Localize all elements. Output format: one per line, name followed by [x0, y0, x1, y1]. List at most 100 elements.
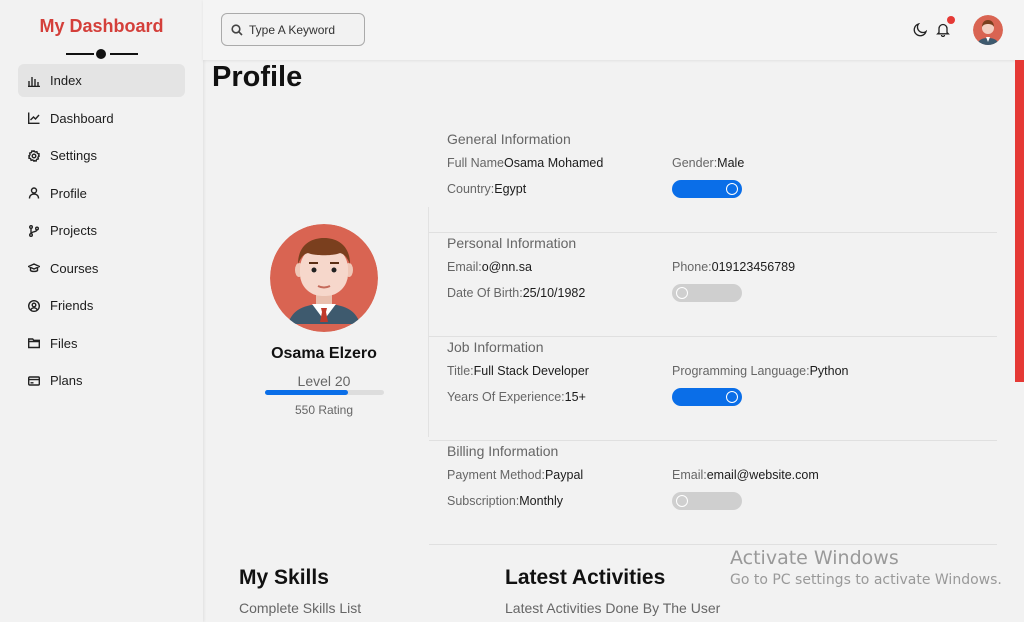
- field-billing-email: Email:email@website.com: [672, 468, 819, 482]
- sidebar-item-label: Settings: [50, 148, 97, 163]
- field-label: Country:: [447, 182, 495, 196]
- user-icon: [28, 187, 40, 199]
- field-value: email@website.com: [706, 468, 819, 482]
- app-logo[interactable]: My Dashboard: [0, 16, 203, 37]
- field-label: Email:: [447, 260, 482, 274]
- sidebar-item-label: Index: [50, 73, 82, 88]
- field-label: Gender:: [672, 156, 718, 170]
- activate-windows-subtitle: Go to PC settings to activate Windows.: [730, 572, 1002, 588]
- field-years-of-experience: Years Of Experience:15+: [447, 390, 586, 404]
- field-value: o@nn.sa: [481, 260, 532, 274]
- sidebar-item-label: Friends: [50, 298, 94, 313]
- friends-icon: [28, 299, 40, 312]
- sidebar-item-settings[interactable]: Settings: [18, 139, 185, 172]
- field-value: 15+: [564, 390, 586, 404]
- sidebar-item-label: Courses: [50, 260, 99, 276]
- level-progress-fill: [265, 390, 349, 395]
- sidebar-item-profile[interactable]: Profile: [18, 177, 185, 210]
- profile-name: Osama Elzero: [271, 345, 377, 362]
- bell-icon[interactable]: [936, 22, 950, 37]
- sidebar-item-projects[interactable]: Projects: [18, 214, 185, 247]
- field-label: Date Of Birth:: [447, 286, 523, 300]
- field-subscription: Subscription:Monthly: [447, 494, 563, 508]
- top-header: [203, 0, 1024, 60]
- profile-avatar: [270, 224, 378, 332]
- section-toggle[interactable]: [672, 180, 742, 198]
- field-email: Email:o@nn.sa: [447, 260, 532, 274]
- field-value: Monthly: [519, 494, 564, 508]
- sidebar-item-label: Projects: [50, 223, 97, 238]
- field-value: Paypal: [544, 468, 584, 482]
- personal-information-section: Personal Information Email:o@nn.sa Phone…: [429, 233, 997, 337]
- section-title: General Information: [447, 131, 571, 147]
- notification-badge: [947, 16, 955, 24]
- activities-title: Latest Activities: [505, 566, 666, 589]
- branch-icon: [29, 224, 39, 237]
- sidebar-item-friends[interactable]: Friends: [18, 289, 185, 322]
- field-label: Years Of Experience:: [447, 390, 565, 404]
- field-country: Country:Egypt: [447, 182, 526, 196]
- activities-subtitle: Latest Activities Done By The User: [505, 600, 721, 616]
- credit-card-icon: [28, 375, 40, 386]
- sidebar-item-label: Files: [50, 335, 78, 351]
- sidebar-item-plans[interactable]: Plans: [18, 364, 185, 397]
- section-title: Personal Information: [447, 235, 577, 251]
- bar-chart-icon: [28, 76, 40, 87]
- billing-information-section: Billing Information Payment Method:Paypa…: [429, 441, 997, 545]
- field-label: Programming Language:: [672, 364, 810, 378]
- toggle-knob: [676, 495, 688, 507]
- field-label: Phone:: [672, 260, 712, 274]
- sidebar-item-label: Profile: [50, 185, 87, 201]
- field-value: 25/10/1982: [522, 286, 586, 300]
- skills-subtitle: Complete Skills List: [239, 600, 362, 616]
- search-input[interactable]: [249, 22, 359, 37]
- section-title: Job Information: [447, 339, 544, 355]
- sidebar: My Dashboard Index Dashboard Settings Pr…: [0, 0, 203, 622]
- field-payment-method: Payment Method:Paypal: [447, 468, 583, 482]
- logo-ornament: [66, 48, 138, 60]
- section-divider: [429, 544, 997, 545]
- job-information-section: Job Information Title:Full Stack Develop…: [429, 337, 997, 441]
- field-value: Python: [809, 364, 849, 378]
- field-label: Payment Method:: [447, 468, 545, 482]
- sidebar-item-label: Dashboard: [50, 110, 114, 126]
- section-title: Billing Information: [447, 443, 559, 459]
- field-value: 019123456789: [711, 260, 796, 274]
- field-value: Full Stack Developer: [473, 364, 589, 378]
- field-gender: Gender:Male: [672, 156, 744, 170]
- scrollbar-thumb[interactable]: [1015, 60, 1024, 382]
- toggle-knob: [726, 183, 738, 195]
- field-value: Egypt: [494, 182, 527, 196]
- activate-windows-title: Activate Windows: [730, 547, 899, 569]
- profile-rating: 550 Rating: [294, 403, 354, 417]
- toggle-knob: [726, 391, 738, 403]
- sidebar-nav: Index Dashboard Settings Profile Project…: [18, 64, 185, 402]
- field-value: Osama Mohamed: [503, 156, 604, 170]
- section-toggle[interactable]: [672, 388, 742, 406]
- sidebar-item-dashboard[interactable]: Dashboard: [18, 102, 185, 135]
- section-toggle[interactable]: [672, 284, 742, 302]
- section-toggle[interactable]: [672, 492, 742, 510]
- avatar[interactable]: [973, 15, 1003, 45]
- sidebar-item-label: Plans: [50, 373, 83, 388]
- toggle-knob: [676, 287, 688, 299]
- graduation-cap-icon: [28, 263, 40, 273]
- field-programming-language: Programming Language:Python: [672, 364, 849, 378]
- field-label: Title:: [447, 364, 474, 378]
- field-label: Email:: [672, 468, 707, 482]
- moon-icon[interactable]: [913, 23, 927, 37]
- sidebar-item-files[interactable]: Files: [18, 327, 185, 360]
- sidebar-item-courses[interactable]: Courses: [18, 252, 185, 285]
- search-box[interactable]: [221, 13, 365, 46]
- gear-icon: [28, 149, 40, 162]
- field-full-name: Full NameOsama Mohamed: [447, 156, 603, 170]
- field-title: Title:Full Stack Developer: [447, 364, 589, 378]
- field-date-of-birth: Date Of Birth:25/10/1982: [447, 286, 585, 300]
- general-information-section: General Information Full NameOsama Moham…: [429, 129, 997, 233]
- folder-icon: [28, 338, 40, 349]
- field-label: Subscription:: [447, 494, 520, 508]
- line-chart-icon: [28, 112, 40, 124]
- field-value: Male: [717, 156, 745, 170]
- field-label: Full Name: [447, 156, 504, 170]
- sidebar-item-index[interactable]: Index: [18, 64, 185, 97]
